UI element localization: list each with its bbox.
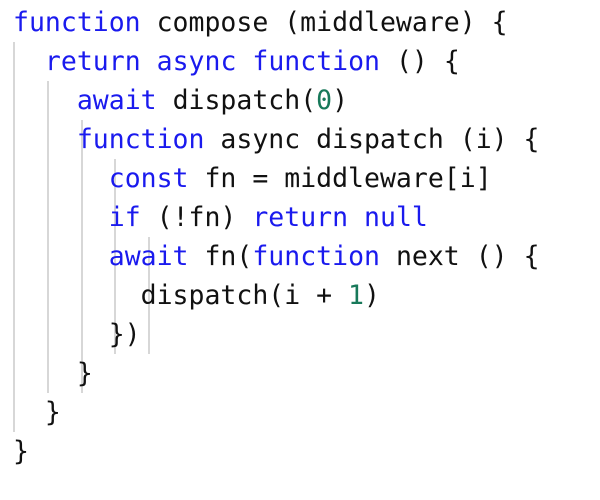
code-token-keyword: function [76,124,205,155]
code-token-plain: } [13,358,93,389]
code-line: await fn(function next () { [0,237,600,276]
code-token-keyword: return [252,202,349,233]
code-token-keyword: return [44,46,141,77]
code-token-plain: (!fn) [140,202,253,233]
code-token-plain: fn = middleware[i] [188,163,492,194]
code-token-keyword: null [364,202,428,233]
code-line: if (!fn) return null [0,198,600,237]
code-token-plain: dispatch(i + [13,280,349,311]
code-token-keyword: async [156,46,237,77]
code-token-plain: async dispatch (i) { [204,124,540,155]
code-line: const fn = middleware[i] [0,159,600,198]
code-token-plain: compose (middleware) { [140,7,508,38]
code-token-keyword: const [108,163,189,194]
code-block: function compose (middleware) { return a… [0,3,600,471]
code-token-keyword: if [108,202,141,233]
code-token-number: 0 [316,85,333,116]
code-line: } [0,393,600,432]
code-line: function async dispatch (i) { [0,120,600,159]
code-token-plain: ) [332,85,349,116]
code-line: return async function () { [0,42,600,81]
code-token-plain: fn( [188,241,253,272]
code-token-plain: () { [380,46,460,77]
code-line: }) [0,315,600,354]
code-line: } [0,354,600,393]
code-token-keyword: function [13,7,141,38]
code-line: dispatch(i + 1) [0,276,600,315]
code-token-keyword: await [76,85,157,116]
code-line: } [0,432,600,471]
code-token-number: 1 [348,280,365,311]
code-token-plain: ) [364,280,380,311]
code-line: await dispatch(0) [0,81,600,120]
code-token-plain: }) [13,319,141,350]
code-token-plain: } [13,397,61,428]
code-token-keyword: function [252,241,380,272]
code-token-keyword: await [108,241,189,272]
code-snippet-canvas: function compose (middleware) { return a… [0,0,600,500]
code-token-plain: dispatch( [156,85,317,116]
code-line: function compose (middleware) { [0,3,600,42]
code-token-keyword: function [252,46,381,77]
code-token-plain: } [13,436,29,467]
code-token-plain: next () { [379,241,540,272]
